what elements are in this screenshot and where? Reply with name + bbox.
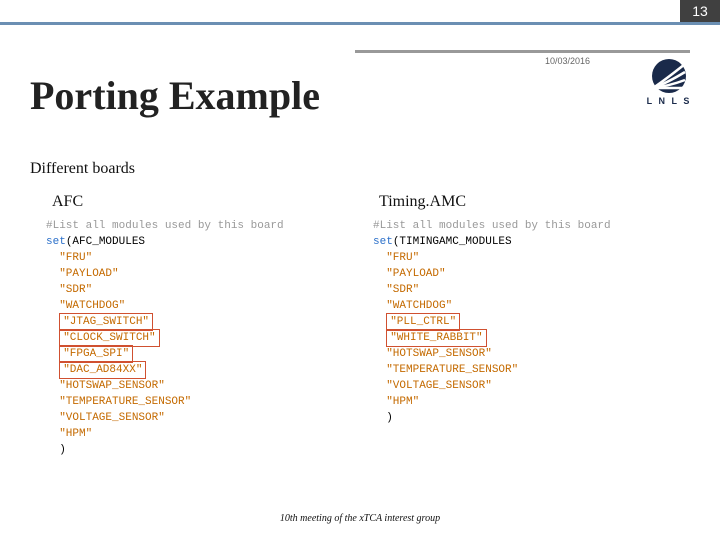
subtitle: Different boards bbox=[30, 160, 135, 178]
code-item: "TEMPERATURE_SENSOR" bbox=[46, 394, 353, 410]
right-column-label: Timing.AMC bbox=[373, 194, 680, 210]
code-item: "WHITE_RABBIT" bbox=[373, 330, 680, 346]
code-item: "PAYLOAD" bbox=[46, 266, 353, 282]
code-item: "HOTSWAP_SENSOR" bbox=[46, 378, 353, 394]
code-set-line: set(AFC_MODULES bbox=[46, 234, 353, 250]
code-item: "VOLTAGE_SENSOR" bbox=[46, 410, 353, 426]
code-item: "FPGA_SPI" bbox=[46, 346, 353, 362]
top-accent-line bbox=[0, 22, 720, 25]
code-item: "DAC_AD84XX" bbox=[46, 362, 353, 378]
footer: 10th meeting of the xTCA interest group bbox=[0, 513, 720, 524]
code-item: "WATCHDOG" bbox=[46, 298, 353, 314]
code-comment: #List all modules used by this board bbox=[46, 218, 353, 234]
code-item: "HPM" bbox=[46, 426, 353, 442]
code-item: "WATCHDOG" bbox=[373, 298, 680, 314]
page-title: Porting Example bbox=[30, 72, 320, 119]
code-item: "FRU" bbox=[373, 250, 680, 266]
code-item: "SDR" bbox=[373, 282, 680, 298]
code-close: ) bbox=[46, 442, 353, 458]
header-rule bbox=[355, 50, 690, 53]
code-items-left: "FRU" "PAYLOAD" "SDR" "WATCHDOG" "JTAG_S… bbox=[46, 250, 353, 442]
code-columns: AFC #List all modules used by this board… bbox=[46, 194, 680, 458]
logo-text: L N L S bbox=[630, 96, 708, 106]
logo-icon bbox=[647, 58, 691, 94]
code-item: "HPM" bbox=[373, 394, 680, 410]
code-item: "JTAG_SWITCH" bbox=[46, 314, 353, 330]
code-item: "FRU" bbox=[46, 250, 353, 266]
logo: L N L S bbox=[630, 58, 708, 106]
code-item: "HOTSWAP_SENSOR" bbox=[373, 346, 680, 362]
code-item: "PLL_CTRL" bbox=[373, 314, 680, 330]
right-column: Timing.AMC #List all modules used by thi… bbox=[373, 194, 680, 458]
code-comment: #List all modules used by this board bbox=[373, 218, 680, 234]
code-set-line: set(TIMINGAMC_MODULES bbox=[373, 234, 680, 250]
code-item: "PAYLOAD" bbox=[373, 266, 680, 282]
page-number: 13 bbox=[680, 0, 720, 22]
left-column: AFC #List all modules used by this board… bbox=[46, 194, 353, 458]
code-item: "TEMPERATURE_SENSOR" bbox=[373, 362, 680, 378]
code-close: ) bbox=[373, 410, 680, 426]
code-items-right: "FRU" "PAYLOAD" "SDR" "WATCHDOG" "PLL_CT… bbox=[373, 250, 680, 410]
left-column-label: AFC bbox=[46, 194, 353, 210]
code-item: "VOLTAGE_SENSOR" bbox=[373, 378, 680, 394]
date: 10/03/2016 bbox=[545, 56, 590, 66]
code-item: "SDR" bbox=[46, 282, 353, 298]
code-item: "CLOCK_SWITCH" bbox=[46, 330, 353, 346]
